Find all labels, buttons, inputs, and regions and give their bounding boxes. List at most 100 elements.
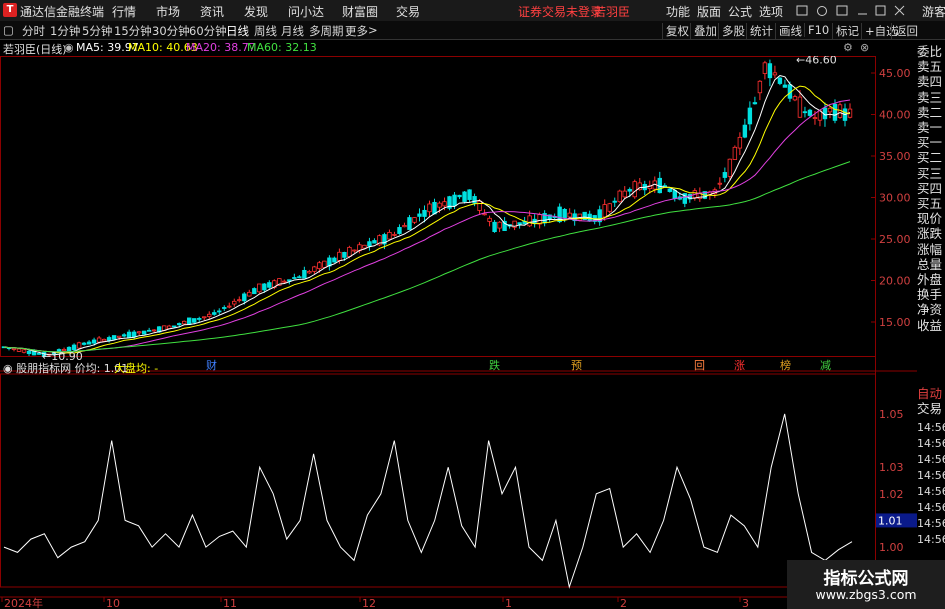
- candle-body: [347, 246, 352, 258]
- candle-body: [487, 217, 492, 222]
- sidebar-trade[interactable]: 交易: [917, 401, 945, 416]
- tick-time: 14:56: [917, 453, 945, 466]
- event-marker: 榜: [780, 358, 791, 372]
- candle-body: [772, 72, 778, 76]
- candle-body: [136, 331, 142, 334]
- sidebar-auto[interactable]: 自动: [917, 386, 945, 401]
- menu-discover[interactable]: 发现: [244, 3, 268, 20]
- btn-adjust[interactable]: 复权: [662, 23, 689, 39]
- sidebar-item[interactable]: 涨幅: [917, 242, 945, 257]
- period-monthly[interactable]: 月线: [281, 23, 304, 39]
- event-marker: 财: [206, 358, 217, 372]
- candle-body: [387, 231, 392, 240]
- sidebar-item[interactable]: 换手: [917, 287, 945, 302]
- candle-body: [422, 209, 427, 217]
- menu-trade[interactable]: 交易: [396, 3, 420, 20]
- sidebar-item[interactable]: 收益: [917, 318, 945, 333]
- menu-formula[interactable]: 公式: [728, 3, 752, 20]
- sidebar-item[interactable]: 卖三: [917, 90, 945, 105]
- btn-multi-stock[interactable]: 多股: [718, 23, 745, 39]
- sidebar-item[interactable]: 净资: [917, 302, 945, 317]
- high-price-label: ←46.60: [796, 56, 837, 67]
- sidebar-item[interactable]: 外盘: [917, 272, 945, 287]
- period-5min[interactable]: 5分钟: [82, 23, 112, 39]
- candle-body: [126, 331, 132, 338]
- menu-function[interactable]: 功能: [666, 3, 690, 20]
- window-controls[interactable]: [795, 4, 913, 18]
- btn-stats[interactable]: 统计: [746, 23, 773, 39]
- menu-market-quotes[interactable]: 行情: [112, 3, 136, 20]
- candle-body: [737, 136, 743, 149]
- candle-body: [812, 117, 818, 119]
- sidebar-item[interactable]: 买二: [917, 150, 945, 165]
- menu-market[interactable]: 市场: [156, 3, 180, 20]
- sidebar-item[interactable]: 卖二: [917, 105, 945, 120]
- period-multi[interactable]: 多周期: [309, 23, 344, 39]
- candle-body: [106, 337, 112, 341]
- main-chart-legend: 若羽臣(日线) ◉ MA5: 39.97 MA10: 40.63 MA20: 3…: [0, 40, 869, 56]
- candle-body: [607, 203, 612, 212]
- menu-layout[interactable]: 版面: [697, 3, 721, 20]
- menu-options[interactable]: 选项: [759, 3, 783, 20]
- sidebar-item[interactable]: 现价: [917, 211, 945, 226]
- sidebar-item[interactable]: 总量: [917, 257, 945, 272]
- sidebar-item[interactable]: 卖一: [917, 120, 945, 135]
- period-weekly[interactable]: 周线: [254, 23, 277, 39]
- btn-draw[interactable]: 画线: [775, 23, 802, 39]
- sidebar-item[interactable]: 卖四: [917, 74, 945, 89]
- candle-body: [267, 282, 272, 288]
- sidebar-item[interactable]: 卖五: [917, 59, 945, 74]
- app-title: 通达信金融终端: [20, 5, 105, 19]
- candle-body: [71, 344, 77, 351]
- period-15min[interactable]: 15分钟: [114, 23, 152, 39]
- candle-body: [527, 215, 532, 227]
- period-more[interactable]: 更多: [345, 23, 368, 39]
- period-intraday[interactable]: 分时: [22, 23, 45, 39]
- period-60min[interactable]: 60分钟: [189, 23, 227, 39]
- chart-area[interactable]: 45.00 40.00 35.00 30.00 25.00 20.00 15.00 1.05 1…: [0, 56, 917, 609]
- login-notice[interactable]: 证券交易未登录: [518, 3, 602, 20]
- candle-body: [116, 335, 122, 338]
- sidebar-item[interactable]: 买四: [917, 181, 945, 196]
- ma5-line: [3, 75, 851, 356]
- menu-ask[interactable]: 问小达: [288, 3, 324, 20]
- close-chart-icon[interactable]: ⊗: [860, 41, 869, 54]
- btn-mark[interactable]: 标记: [832, 23, 859, 39]
- candle-body: [146, 329, 152, 332]
- candle-body: [432, 201, 437, 215]
- candle-body: [292, 277, 297, 279]
- more-chevron-icon[interactable]: >: [368, 23, 378, 37]
- candle-body: [802, 111, 808, 114]
- candle-body: [247, 291, 252, 297]
- candle-body: [717, 182, 723, 185]
- menu-news[interactable]: 资讯: [200, 3, 224, 20]
- ma-dot-icon[interactable]: ◉: [64, 41, 74, 54]
- tick-time: 14:56: [917, 469, 945, 482]
- period-daily[interactable]: 日线: [226, 23, 249, 39]
- btn-back[interactable]: 返回: [891, 23, 918, 39]
- candle-body: [282, 280, 287, 283]
- btn-f10[interactable]: F10: [804, 23, 829, 37]
- period-30min[interactable]: 30分钟: [152, 23, 190, 39]
- period-1min[interactable]: 1分钟: [50, 23, 80, 39]
- candle-body: [151, 329, 157, 332]
- sidebar-item[interactable]: 买三: [917, 166, 945, 181]
- sidebar-item[interactable]: 委比: [917, 44, 945, 59]
- candle-body: [482, 213, 487, 216]
- candle-body: [232, 300, 237, 305]
- sidebar-item[interactable]: 涨跌: [917, 226, 945, 241]
- btn-overlay[interactable]: 叠加: [690, 23, 717, 39]
- tick-time: 14:56: [917, 485, 945, 498]
- sidebar-item[interactable]: 买一: [917, 135, 945, 150]
- sidebar-item[interactable]: 买五: [917, 196, 945, 211]
- candle-body: [827, 107, 833, 113]
- event-marker: 预: [571, 359, 582, 372]
- candle-body: [172, 325, 177, 328]
- candle-body: [672, 190, 677, 199]
- candle-body: [497, 221, 502, 229]
- candle-body: [262, 283, 267, 291]
- settings-gear-icon[interactable]: ⚙: [843, 41, 853, 54]
- panel-toggle-icon[interactable]: ▢: [3, 23, 14, 37]
- user-label[interactable]: 游客: [922, 3, 945, 20]
- menu-wealth[interactable]: 财富圈: [342, 3, 378, 20]
